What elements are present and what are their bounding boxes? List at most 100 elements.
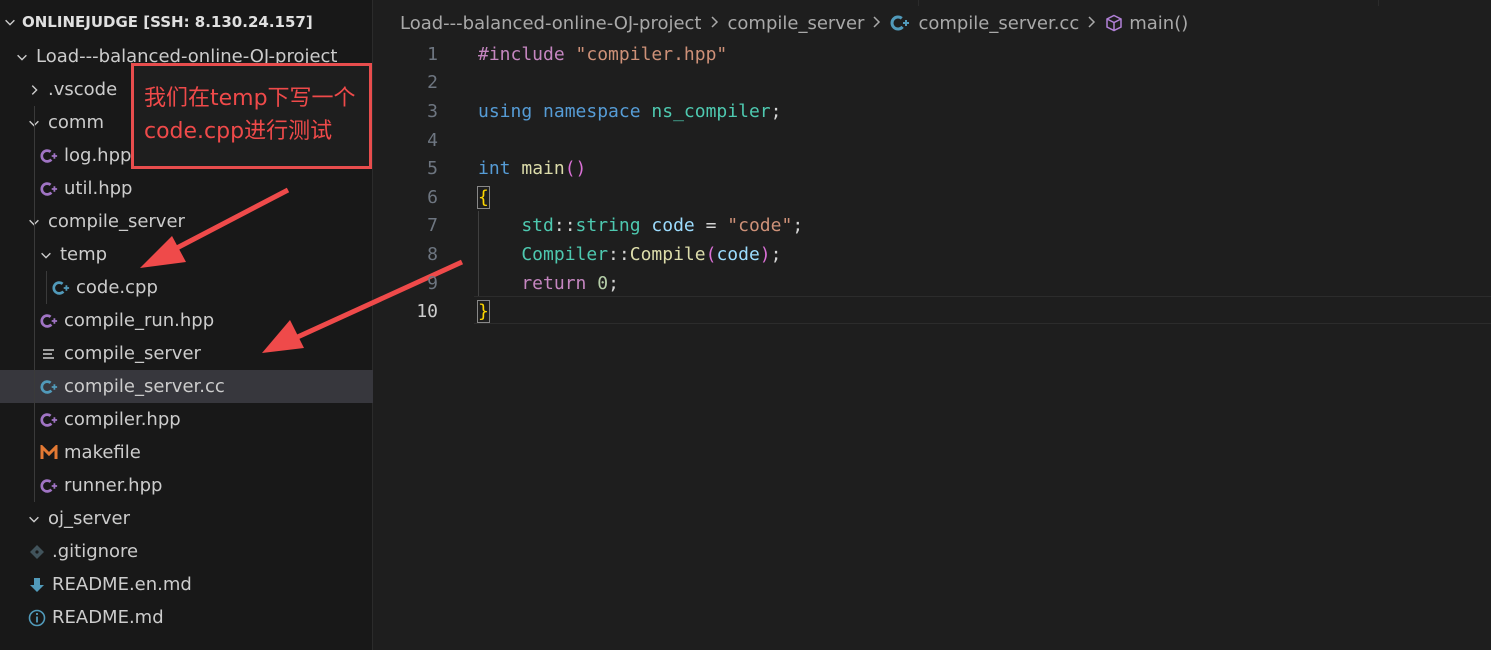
tree-item[interactable]: code.cpp — [0, 271, 373, 304]
line-number: 7 — [427, 215, 438, 237]
chevron-right-icon — [1087, 13, 1097, 34]
cpp-file-icon — [890, 14, 910, 32]
tree-item-label: compile_run.hpp — [64, 310, 215, 331]
tree-item-label: compile_server.cc — [64, 376, 225, 397]
line-number: 2 — [427, 72, 438, 94]
code-line[interactable]: 1 #include "compiler.hpp" — [374, 40, 1491, 69]
code-line[interactable]: 4 — [374, 126, 1491, 155]
code-text: std::string code = "code"; — [478, 215, 803, 236]
breadcrumb-project[interactable]: Load---balanced-online-OJ-project — [400, 13, 702, 34]
code-text: using namespace ns_compiler; — [478, 101, 781, 122]
code-text: } — [477, 300, 490, 324]
file-lines-icon — [38, 346, 60, 362]
line-number: 5 — [427, 158, 438, 180]
code-token: namespace — [543, 100, 652, 122]
tree-item-label: README.md — [52, 607, 164, 628]
tree-item[interactable]: README.en.md — [0, 568, 373, 601]
line-number: 10 — [416, 301, 438, 323]
tree-item-label: .gitignore — [52, 541, 139, 562]
code-token: #include — [478, 43, 576, 65]
chevron-down-icon[interactable] — [38, 247, 54, 263]
code-token: ; — [792, 215, 804, 237]
tree-indent-guide — [34, 238, 35, 502]
code-token: { — [477, 185, 490, 209]
tab-strip-edge — [1378, 0, 1491, 6]
download-arrow-icon — [26, 577, 48, 593]
tree-item[interactable]: .gitignore — [0, 535, 373, 568]
tree-item-label: oj_server — [48, 508, 130, 529]
code-line[interactable]: 9 return 0; — [374, 269, 1491, 298]
tree-item[interactable]: makefile — [0, 436, 373, 469]
code-line[interactable]: 10} — [374, 297, 1491, 326]
annotation-box: 我们在temp下写一个 code.cpp进行测试 — [131, 63, 372, 169]
code-text: return 0; — [478, 273, 619, 294]
tree-item[interactable]: runner.hpp — [0, 469, 373, 502]
tab-strip-edge — [918, 0, 919, 6]
code-token: std — [478, 215, 554, 237]
code-token: int — [478, 158, 522, 180]
tree-item[interactable]: util.hpp — [0, 172, 373, 205]
code-text: Compiler::Compile(code); — [478, 244, 781, 265]
line-number: 3 — [427, 100, 438, 122]
tree-item-label: util.hpp — [64, 178, 133, 199]
code-token: 0 — [597, 272, 609, 294]
tree-item-label: .vscode — [48, 79, 118, 100]
line-number: 4 — [427, 129, 438, 151]
tree-item[interactable]: temp — [0, 238, 373, 271]
code-token: :: — [553, 215, 576, 237]
code-token: () — [564, 158, 587, 180]
git-icon — [26, 544, 48, 560]
breadcrumb-symbol[interactable]: main() — [1129, 13, 1188, 34]
code-token: } — [477, 300, 490, 324]
tree-item-label: compiler.hpp — [64, 409, 181, 430]
line-number: 6 — [427, 186, 438, 208]
tree-item[interactable]: compile_server.cc — [0, 370, 373, 403]
tree-item-label: temp — [60, 244, 108, 265]
code-line[interactable]: 6{ — [374, 183, 1491, 212]
cpp-file-icon — [38, 378, 60, 396]
chevron-right-icon — [872, 13, 882, 34]
tree-item[interactable]: compile_server — [0, 337, 373, 370]
tree-item[interactable]: compile_run.hpp — [0, 304, 373, 337]
tree-item[interactable]: compile_server — [0, 205, 373, 238]
line-number: 9 — [427, 272, 438, 294]
code-token: main — [521, 158, 565, 180]
tree-item-label: makefile — [64, 442, 141, 463]
code-token: Compile — [629, 243, 706, 265]
code-token: code — [716, 243, 760, 265]
tree-item[interactable]: README.md — [0, 601, 373, 634]
code-token: code — [651, 215, 695, 237]
code-line[interactable]: 2 — [374, 69, 1491, 98]
code-token: ; — [770, 243, 782, 265]
tree-item[interactable]: compiler.hpp — [0, 403, 373, 436]
code-text: { — [477, 185, 490, 209]
chevron-down-icon[interactable] — [2, 14, 18, 30]
code-token: :: — [608, 243, 630, 265]
tree-item-label: runner.hpp — [64, 475, 163, 496]
symbol-method-icon — [1105, 14, 1123, 32]
chevron-right-icon[interactable] — [26, 82, 42, 98]
cpp-header-icon — [38, 180, 60, 198]
tree-item[interactable]: oj_server — [0, 502, 373, 535]
code-line[interactable]: 5 int main() — [374, 154, 1491, 183]
code-token: ; — [608, 272, 619, 294]
breadcrumb-file[interactable]: compile_server.cc — [918, 13, 1079, 34]
tree-item-label: compile_server — [48, 211, 185, 232]
code-line[interactable]: 3 using namespace ns_compiler; — [374, 97, 1491, 126]
explorer-root-header[interactable]: ONLINEJUDGE [SSH: 8.130.24.157] — [0, 8, 313, 36]
chevron-down-icon[interactable] — [26, 511, 42, 527]
code-editor[interactable]: 1 #include "compiler.hpp" 2 3 using namespac… — [374, 40, 1491, 650]
tree-item-label: log.hpp — [64, 145, 132, 166]
tree-item-label: code.cpp — [76, 277, 158, 298]
breadcrumb-folder[interactable]: compile_server — [728, 13, 865, 34]
tree-item-label: README.en.md — [52, 574, 192, 595]
cpp-header-icon — [38, 147, 60, 165]
chevron-down-icon[interactable] — [14, 49, 30, 65]
annotation-line-2: code.cpp进行测试 — [144, 119, 333, 144]
code-token: = — [694, 215, 728, 237]
tree-indent-guide — [46, 271, 47, 304]
code-line[interactable]: 7 std::string code = "code"; — [374, 212, 1491, 241]
code-line[interactable]: 8 Compiler::Compile(code); — [374, 240, 1491, 269]
code-token: "compiler.hpp" — [575, 43, 728, 65]
code-token: return — [478, 272, 598, 294]
